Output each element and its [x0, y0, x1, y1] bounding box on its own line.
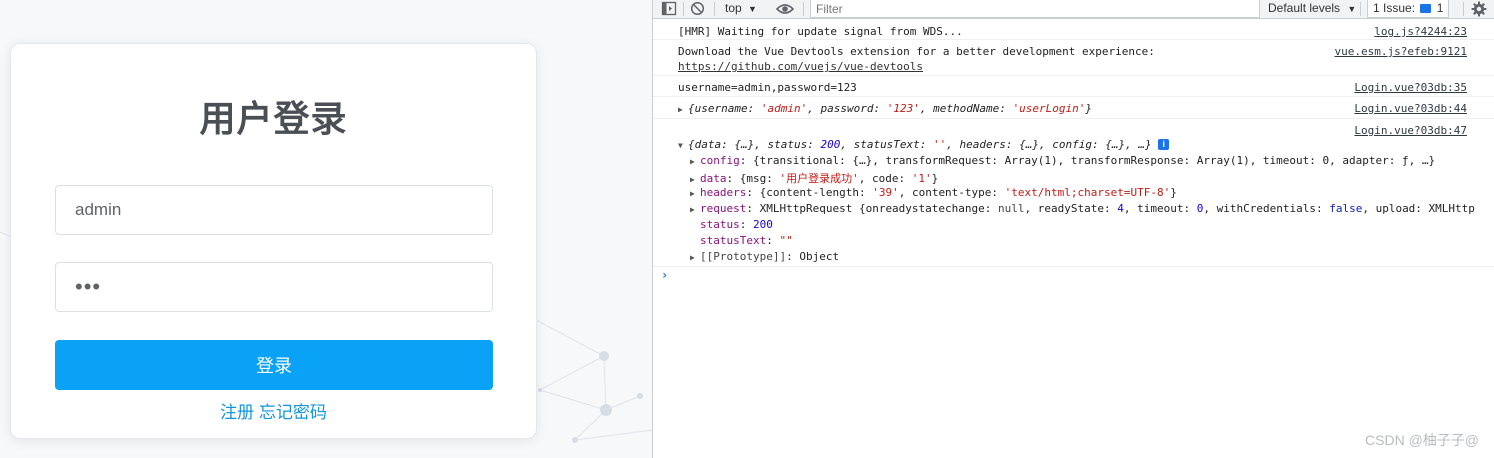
toolbar-divider: [1360, 2, 1361, 16]
response-object-summary[interactable]: ▼ {data: {…}, status: 200, statusText: ''…: [678, 138, 1170, 151]
filter-input[interactable]: [810, 0, 1260, 18]
expand-triangle-icon[interactable]: ▶: [690, 157, 700, 166]
source-link[interactable]: Login.vue?03db:35: [1354, 81, 1467, 94]
expand-triangle-icon[interactable]: ▶: [690, 253, 700, 262]
issues-message-icon: [1420, 4, 1432, 13]
gear-icon[interactable]: [1471, 1, 1487, 17]
prop-status: status: 200: [700, 218, 773, 231]
expand-triangle-icon[interactable]: ▶: [690, 189, 700, 198]
console-prompt-icon[interactable]: ›: [661, 268, 668, 282]
issues-button[interactable]: 1 Issue: 1: [1367, 0, 1450, 18]
devtools-url-link[interactable]: https://github.com/vuejs/vue-devtools: [678, 60, 923, 73]
prop-headers[interactable]: ▶ headers: {content-length: '39', content…: [690, 186, 1177, 199]
register-link[interactable]: 注册: [220, 403, 254, 422]
issues-label: 1 Issue:: [1373, 1, 1416, 15]
expand-triangle-icon[interactable]: ▶: [690, 175, 700, 184]
console-message: Login.vue?03db:47 ▼ {data: {…}, status: 2…: [653, 119, 1494, 267]
clear-console-icon[interactable]: [690, 1, 705, 16]
console-messages: [HMR] Waiting for update signal from WDS…: [653, 20, 1494, 267]
expand-triangle-icon[interactable]: ▶: [678, 105, 688, 114]
console-message: Download the Vue Devtools extension for …: [653, 40, 1494, 76]
username-input[interactable]: [55, 185, 493, 235]
chevron-down-icon: ▼: [748, 4, 757, 14]
login-button[interactable]: 登录: [55, 340, 493, 390]
collapse-triangle-icon[interactable]: ▼: [678, 141, 688, 150]
chevron-down-icon: ▼: [1347, 4, 1357, 14]
watermark: CSDN @柚子子@: [1365, 432, 1479, 448]
message-text: username=admin,password=123: [678, 81, 857, 94]
prop-request[interactable]: ▶ request: XMLHttpRequest {onreadystatech…: [690, 202, 1475, 215]
toolbar-divider: [714, 2, 715, 16]
source-link[interactable]: Login.vue?03db:47: [1354, 124, 1467, 137]
login-links: 注册 忘记密码: [11, 398, 536, 423]
prop-config[interactable]: ▶ config: {transitional: {…}, transformRe…: [690, 154, 1435, 167]
context-value: top: [725, 1, 742, 15]
toolbar-divider: [803, 2, 804, 16]
console-message: [HMR] Waiting for update signal from WDS…: [653, 20, 1494, 40]
prop-statusText: statusText: "": [700, 234, 793, 247]
info-icon[interactable]: i: [1158, 139, 1170, 150]
params-object[interactable]: ▶ {username: 'admin', password: '123', me…: [678, 102, 1092, 115]
console-message: username=admin,password=123 Login.vue?03…: [653, 76, 1494, 97]
toolbar-divider: [683, 2, 684, 16]
source-link[interactable]: Login.vue?03db:44: [1354, 102, 1467, 115]
context-select[interactable]: top ▼: [725, 0, 757, 18]
devtools-console-panel: top ▼ Default levels ▼ 1 Issue: 1: [652, 0, 1494, 458]
prop-data[interactable]: ▶ data: {msg: '用户登录成功', code: '1'}: [690, 170, 938, 186]
toolbar-divider: [1463, 2, 1464, 16]
issues-count: 1: [1436, 1, 1444, 15]
console-toolbar: top ▼ Default levels ▼ 1 Issue: 1: [653, 0, 1494, 19]
source-link[interactable]: vue.esm.js?efeb:9121: [1335, 45, 1467, 58]
message-text: Download the Vue Devtools extension for …: [678, 45, 1155, 58]
forgot-password-link[interactable]: 忘记密码: [259, 403, 327, 422]
login-card: 用户登录 登录 注册 忘记密码: [10, 43, 537, 439]
log-levels-select[interactable]: Default levels ▼: [1268, 0, 1356, 18]
expand-triangle-icon[interactable]: ▶: [690, 205, 700, 214]
prop-prototype[interactable]: ▶ [[Prototype]]: Object: [690, 250, 839, 263]
console-message: ▶ {username: 'admin', password: '123', me…: [653, 97, 1494, 119]
log-levels-value: Default levels: [1268, 1, 1341, 15]
message-text: [HMR] Waiting for update signal from WDS…: [678, 25, 963, 38]
password-input[interactable]: [55, 262, 493, 312]
source-link[interactable]: log.js?4244:23: [1374, 25, 1467, 38]
login-title: 用户登录: [199, 98, 348, 139]
eye-icon[interactable]: [776, 2, 794, 16]
login-page: 用户登录 登录 注册 忘记密码: [0, 0, 652, 458]
sidebar-toggle-icon[interactable]: [661, 1, 677, 16]
